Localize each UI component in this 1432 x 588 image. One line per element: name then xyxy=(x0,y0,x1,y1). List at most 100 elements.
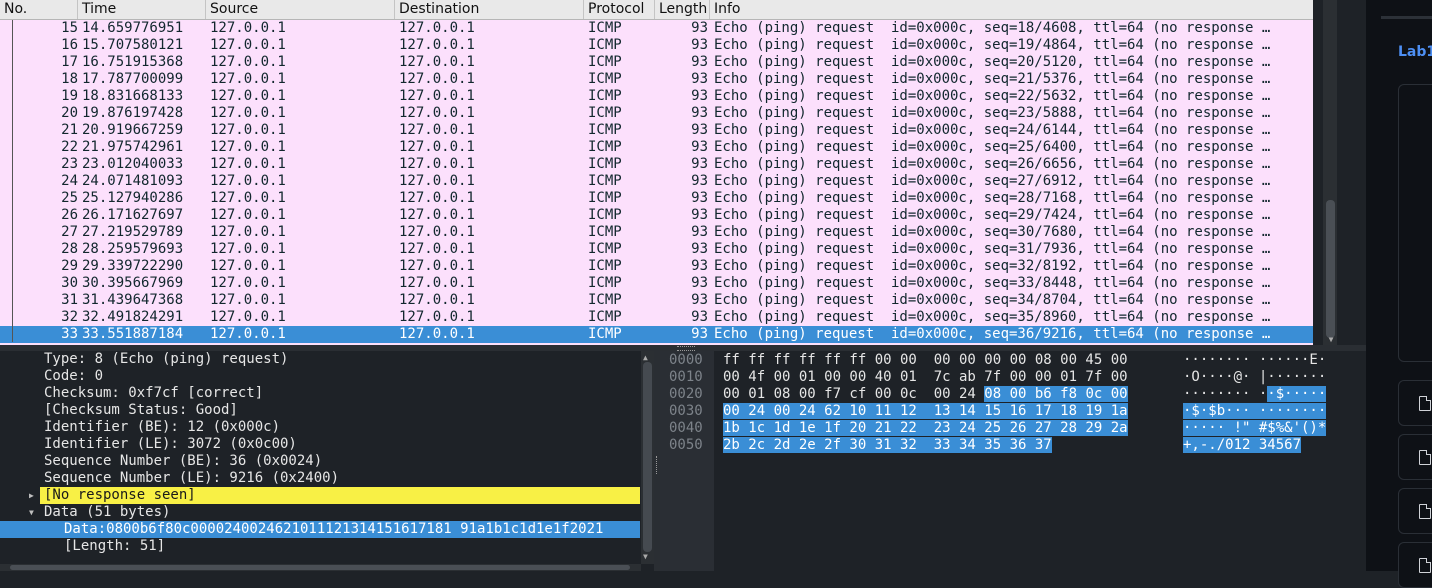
packet-cell-src: 127.0.0.1 xyxy=(210,20,286,36)
ascii-line[interactable]: ········ ······E· xyxy=(1183,352,1326,369)
file-item[interactable] xyxy=(1398,380,1432,426)
packet-cell-len: 93 xyxy=(691,275,708,291)
column-header-source[interactable]: Source xyxy=(206,0,395,19)
detail-checksum-status[interactable]: [Checksum Status: Good] xyxy=(44,402,238,419)
packet-cell-dst: 127.0.0.1 xyxy=(399,37,475,53)
column-header-no[interactable]: No. xyxy=(0,0,78,19)
packet-row[interactable]: 23 23.012040033 127.0.0.1 127.0.0.1 ICMP 93 Ec… xyxy=(0,156,1313,173)
packet-cell-len: 93 xyxy=(691,224,708,240)
packet-cell-time: 27.219529789 xyxy=(82,224,184,240)
packet-row[interactable]: 19 18.831668133 127.0.0.1 127.0.0.1 ICMP 93 Ec… xyxy=(0,88,1313,105)
packet-cell-len: 93 xyxy=(691,207,708,223)
hex-highlight: 1b 1c 1d 1e 1f 20 21 22 23 24 25 26 27 2… xyxy=(723,420,1128,436)
packet-cell-time: 24.071481093 xyxy=(82,173,184,189)
hex-line[interactable]: 00 4f 00 01 00 00 40 01 7c ab 7f 00 00 0… xyxy=(723,369,1128,386)
packet-row[interactable]: 31 31.439647368 127.0.0.1 127.0.0.1 ICMP 93 Ec… xyxy=(0,292,1313,309)
packet-row[interactable]: 25 25.127940286 127.0.0.1 127.0.0.1 ICMP 93 Ec… xyxy=(0,190,1313,207)
detail-data-selected[interactable]: Data:0800b6f80c0000240024621011121314151… xyxy=(0,521,640,538)
packet-cell-proto: ICMP xyxy=(588,241,622,257)
column-header-info[interactable]: Info xyxy=(710,0,1313,19)
packet-cell-len: 93 xyxy=(691,292,708,308)
file-item[interactable] xyxy=(1398,488,1432,534)
packet-list[interactable]: No. Time Source Destination Protocol Len… xyxy=(0,0,1313,345)
ascii-line[interactable]: +,-./012 34567 xyxy=(1183,437,1302,454)
packet-cell-len: 93 xyxy=(691,20,708,36)
packet-cell-dst: 127.0.0.1 xyxy=(399,122,475,138)
packet-cell-dst: 127.0.0.1 xyxy=(399,105,475,121)
scroll-down-arrow-icon[interactable]: ▼ xyxy=(643,553,648,561)
packet-cell-src: 127.0.0.1 xyxy=(210,224,286,240)
packet-cell-src: 127.0.0.1 xyxy=(210,309,286,325)
ascii-line[interactable]: ·O····@· |······· xyxy=(1183,369,1326,386)
expand-arrow-icon[interactable]: ▶ xyxy=(29,487,34,504)
hex-line[interactable]: 00 01 08 00 f7 cf 00 0c 00 24 08 00 b6 f… xyxy=(723,386,1128,403)
packet-row[interactable]: 17 16.751915368 127.0.0.1 127.0.0.1 ICMP 93 Ec… xyxy=(0,54,1313,71)
detail-checksum[interactable]: Checksum: 0xf7cf [correct] xyxy=(44,385,263,402)
details-scroll-thumb[interactable] xyxy=(643,362,652,552)
packet-list-scroll-thumb[interactable] xyxy=(1326,200,1335,338)
column-header-protocol[interactable]: Protocol xyxy=(584,0,655,19)
hex-line[interactable]: 1b 1c 1d 1e 1f 20 21 22 23 24 25 26 27 2… xyxy=(723,420,1128,437)
detail-identifier-le[interactable]: Identifier (LE): 3072 (0x0c00) xyxy=(44,436,297,453)
packet-row[interactable]: 18 17.787700099 127.0.0.1 127.0.0.1 ICMP 93 Ec… xyxy=(0,71,1313,88)
ascii-plain: ········ ······E· xyxy=(1183,352,1327,368)
hex-line[interactable]: 00 24 00 24 62 10 11 12 13 14 15 16 17 1… xyxy=(723,403,1128,420)
lab-link[interactable]: Lab1 xyxy=(1398,44,1432,60)
scroll-down-arrow-icon[interactable]: ▼ xyxy=(1326,336,1336,344)
ascii-highlight: ····· !" #$%&'()* xyxy=(1183,420,1327,436)
hex-plain: 00 4f 00 01 00 00 40 01 7c ab 7f 00 00 0… xyxy=(723,369,1128,385)
packet-cell-proto: ICMP xyxy=(588,224,622,240)
packet-row[interactable]: 28 28.259579693 127.0.0.1 127.0.0.1 ICMP 93 Ec… xyxy=(0,241,1313,258)
hex-line[interactable]: ff ff ff ff ff ff 00 00 00 00 00 00 08 0… xyxy=(723,352,1128,369)
packet-cell-proto: ICMP xyxy=(588,105,622,121)
packet-row[interactable]: 21 20.919667259 127.0.0.1 127.0.0.1 ICMP 93 Ec… xyxy=(0,122,1313,139)
details-horizontal-thumb[interactable] xyxy=(10,565,630,570)
hex-plain: ff ff ff ff ff ff 00 00 00 00 00 00 08 0… xyxy=(723,352,1128,368)
column-header-destination[interactable]: Destination xyxy=(395,0,584,19)
packet-row[interactable]: 20 19.876197428 127.0.0.1 127.0.0.1 ICMP 93 Ec… xyxy=(0,105,1313,122)
packet-cell-time: 25.127940286 xyxy=(82,190,184,206)
packet-cell-info: Echo (ping) request id=0x000c, seq=22/56… xyxy=(714,88,1271,104)
column-header-time[interactable]: Time xyxy=(78,0,206,19)
packet-cell-dst: 127.0.0.1 xyxy=(399,71,475,87)
detail-sequence-be[interactable]: Sequence Number (BE): 36 (0x0024) xyxy=(44,453,322,470)
packet-cell-info: Echo (ping) request id=0x000c, seq=29/74… xyxy=(714,207,1271,223)
ascii-line[interactable]: ········ ··$····· xyxy=(1183,386,1327,403)
packet-cell-len: 93 xyxy=(691,258,708,274)
file-item[interactable] xyxy=(1398,542,1432,588)
ascii-line[interactable]: ····· !" #$%&'()* xyxy=(1183,420,1327,437)
packet-row[interactable]: 32 32.491824291 127.0.0.1 127.0.0.1 ICMP 93 Ec… xyxy=(0,309,1313,326)
file-item[interactable] xyxy=(1398,434,1432,480)
column-header-length[interactable]: Length xyxy=(655,0,710,19)
detail-type[interactable]: Type: 8 (Echo (ping) request) xyxy=(44,351,288,368)
ascii-line[interactable]: ·$·$b··· ········ xyxy=(1183,403,1327,420)
packet-row[interactable]: 30 30.395667969 127.0.0.1 127.0.0.1 ICMP 93 Ec… xyxy=(0,275,1313,292)
detail-length[interactable]: [Length: 51] xyxy=(64,538,165,555)
detail-data-group[interactable]: Data (51 bytes) xyxy=(44,504,170,521)
packet-row[interactable]: 33 33.551887184 127.0.0.1 127.0.0.1 ICMP 93 Ec… xyxy=(0,326,1313,343)
detail-sequence-le[interactable]: Sequence Number (LE): 9216 (0x2400) xyxy=(44,470,339,487)
packet-row[interactable]: 22 21.975742961 127.0.0.1 127.0.0.1 ICMP 93 Ec… xyxy=(0,139,1313,156)
packet-cell-time: 26.171627697 xyxy=(82,207,184,223)
detail-code[interactable]: Code: 0 xyxy=(44,368,103,385)
hex-line[interactable]: 2b 2c 2d 2e 2f 30 31 32 33 34 35 36 37 xyxy=(723,437,1052,454)
detail-no-response[interactable]: [No response seen] xyxy=(40,487,640,504)
packet-row[interactable]: 29 29.339722290 127.0.0.1 127.0.0.1 ICMP 93 Ec… xyxy=(0,258,1313,275)
packet-cell-src: 127.0.0.1 xyxy=(210,105,286,121)
scroll-up-arrow-icon[interactable]: ▲ xyxy=(643,354,648,362)
packet-cell-info: Echo (ping) request id=0x000c, seq=34/87… xyxy=(714,292,1271,308)
packet-row[interactable]: 26 26.171627697 127.0.0.1 127.0.0.1 ICMP 93 Ec… xyxy=(0,207,1313,224)
packet-cell-dst: 127.0.0.1 xyxy=(399,292,475,308)
packet-row[interactable]: 27 27.219529789 127.0.0.1 127.0.0.1 ICMP 93 Ec… xyxy=(0,224,1313,241)
packet-cell-info: Echo (ping) request id=0x000c, seq=20/51… xyxy=(714,54,1271,70)
collapse-arrow-icon[interactable]: ▼ xyxy=(29,504,34,521)
packet-details-tree[interactable]: Type: 8 (Echo (ping) request) Code: 0 Ch… xyxy=(0,351,654,571)
packet-row[interactable]: 16 15.707580121 127.0.0.1 127.0.0.1 ICMP 93 Ec… xyxy=(0,37,1313,54)
byte-offset: 0040 xyxy=(669,420,703,436)
packet-cell-info: Echo (ping) request id=0x000c, seq=25/64… xyxy=(714,139,1271,155)
detail-identifier-be[interactable]: Identifier (BE): 12 (0x000c) xyxy=(44,419,280,436)
packet-row[interactable]: 24 24.071481093 127.0.0.1 127.0.0.1 ICMP 93 Ec… xyxy=(0,173,1313,190)
packet-cell-dst: 127.0.0.1 xyxy=(399,139,475,155)
side-app-topbar xyxy=(1381,16,1432,19)
packet-row[interactable]: 15 14.659776951 127.0.0.1 127.0.0.1 ICMP 93 Ec… xyxy=(0,20,1313,37)
